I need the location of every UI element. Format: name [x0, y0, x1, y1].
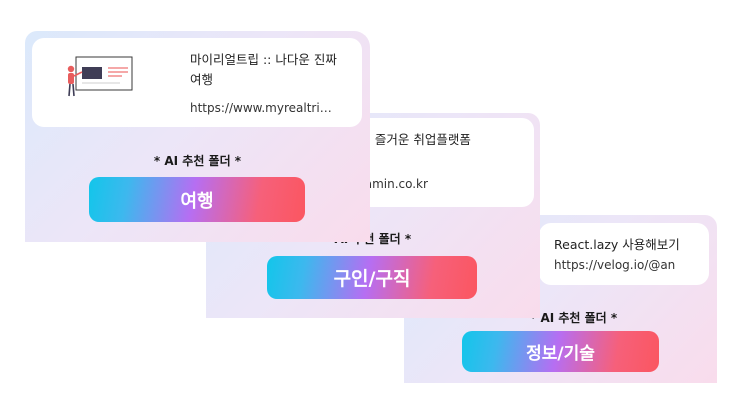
presentation-illustration-icon — [67, 56, 133, 97]
ai-folder-label: * AI 추천 폴더 * — [530, 311, 618, 325]
link-url: https://velog.io/@an — [554, 258, 676, 272]
recommend-card-travel: 마이리얼트립 :: 나다운 진짜 여행 https://www.myrealtr… — [25, 31, 370, 242]
link-title: React.lazy 사용해보기 — [554, 237, 680, 252]
folder-button-jobs[interactable]: 구인/구직 — [267, 256, 477, 299]
link-preview[interactable]: 마이리얼트립 :: 나다운 진짜 여행 https://www.myrealtr… — [32, 38, 362, 127]
folder-button-travel[interactable]: 여행 — [89, 177, 305, 222]
link-preview[interactable]: React.lazy 사용해보기 https://velog.io/@an — [539, 223, 709, 285]
ai-folder-label: * AI 추천 폴더 * — [153, 154, 242, 168]
link-title: 마이리얼트립 :: 나다운 진짜 여행 — [190, 52, 337, 87]
folder-button-info-tech[interactable]: 정보/기술 — [462, 331, 659, 372]
link-url: https://www.myrealtrip.com — [190, 101, 335, 115]
